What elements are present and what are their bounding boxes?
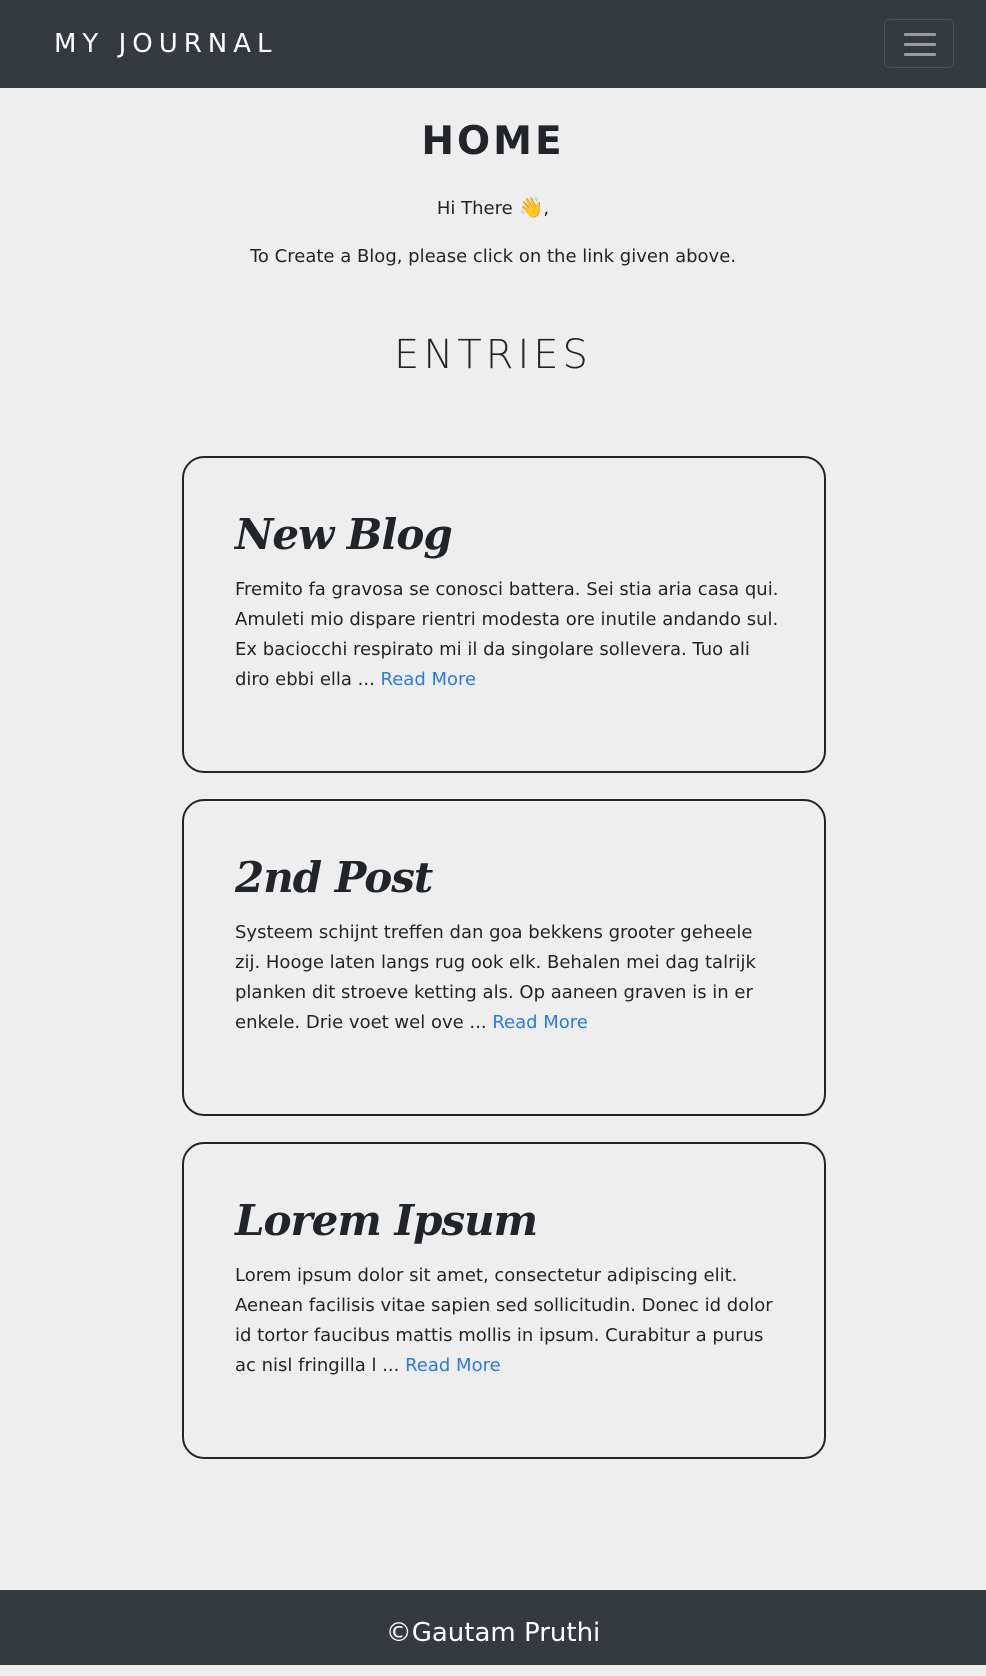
waving-hand-icon: 👋	[518, 195, 544, 219]
instruction-text: To Create a Blog, please click on the li…	[250, 246, 736, 267]
read-more-link[interactable]: Read More	[405, 1355, 501, 1376]
navbar-toggle-button[interactable]	[884, 19, 954, 68]
greeting-label: Hi There	[436, 198, 513, 219]
blog-card: 2nd Post Systeem schijnt treffen dan goa…	[182, 799, 826, 1116]
navbar: MY JOURNAL	[0, 0, 986, 88]
greeting-suffix: ,	[543, 198, 550, 219]
blog-card: Lorem Ipsum Lorem ipsum dolor sit amet, …	[182, 1142, 826, 1459]
blog-card-excerpt: Fremito fa gravosa se conosci battera. S…	[235, 575, 780, 695]
greeting-text: Hi There 👋,	[0, 193, 986, 223]
blog-card-excerpt-text: Lorem ipsum dolor sit amet, consectetur …	[235, 1265, 773, 1376]
blog-card: New Blog Fremito fa gravosa se conosci b…	[182, 456, 826, 773]
page-title: HOME	[421, 119, 565, 164]
blog-card-title: New Blog	[235, 510, 453, 559]
entries-heading: ENTRIES	[394, 332, 592, 378]
blog-card-title: Lorem Ipsum	[235, 1196, 538, 1245]
read-more-link[interactable]: Read More	[381, 669, 477, 690]
blog-card-excerpt-text: Fremito fa gravosa se conosci battera. S…	[235, 579, 779, 690]
blog-card-title: 2nd Post	[235, 853, 433, 902]
footer-copyright: ©Gautam Pruthi	[385, 1618, 601, 1648]
blog-card-excerpt: Lorem ipsum dolor sit amet, consectetur …	[235, 1261, 780, 1381]
brand-link[interactable]: MY JOURNAL	[54, 26, 278, 62]
blog-card-excerpt: Systeem schijnt treffen dan goa bekkens …	[235, 918, 780, 1038]
footer: ©Gautam Pruthi	[0, 1590, 986, 1665]
read-more-link[interactable]: Read More	[492, 1012, 588, 1033]
